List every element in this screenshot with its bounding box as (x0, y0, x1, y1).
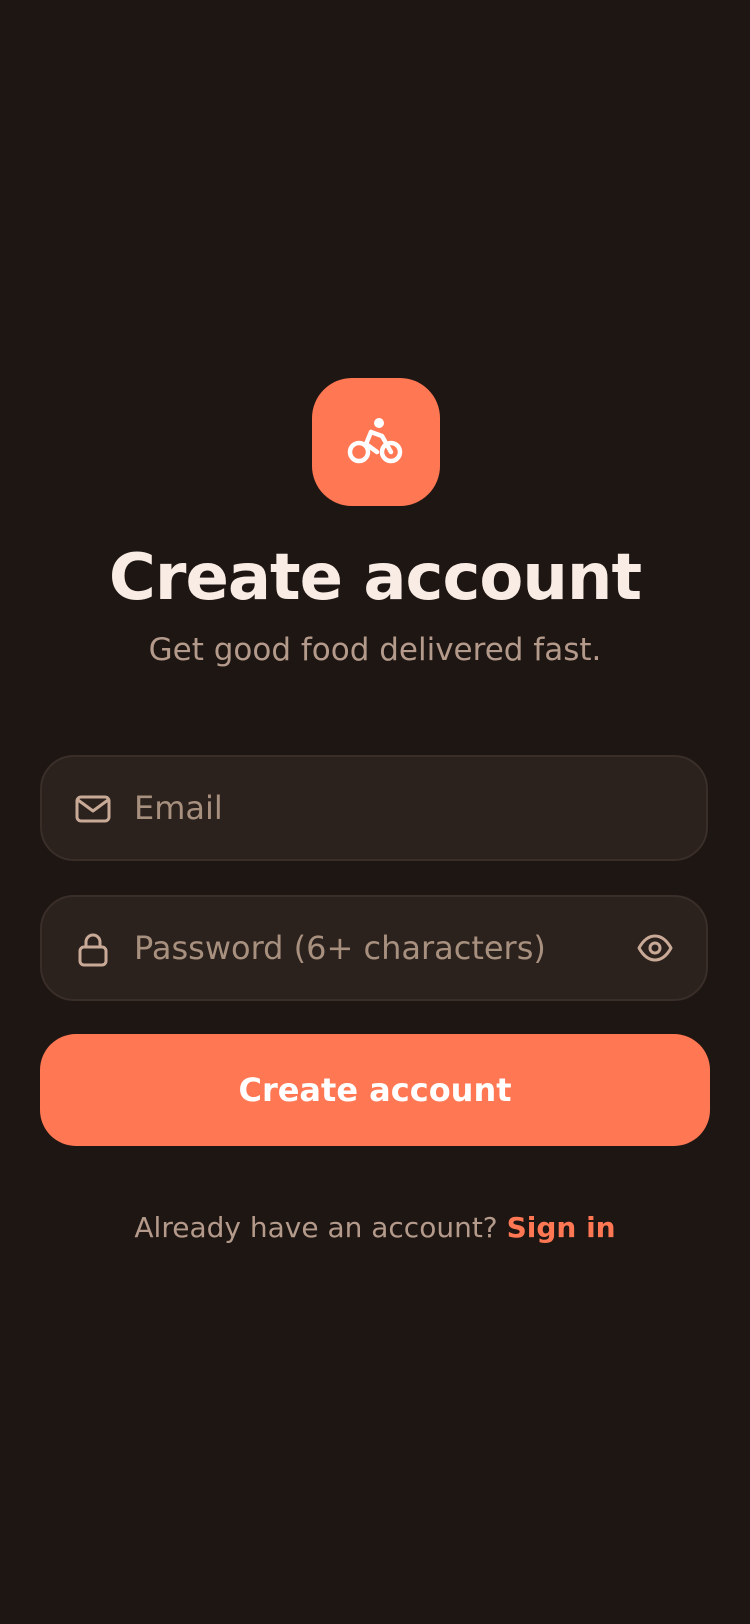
bicycle-rider-icon (347, 418, 403, 464)
page-subtitle: Get good food delivered fast. (148, 632, 602, 668)
app-logo (312, 378, 440, 506)
show-password-toggle[interactable] (634, 927, 676, 969)
password-field-container (40, 895, 708, 1001)
email-field-container (40, 755, 708, 861)
create-account-button[interactable]: Create account (40, 1034, 710, 1146)
email-input[interactable] (134, 757, 614, 859)
sign-in-prompt: Already have an account? Sign in (0, 1206, 750, 1250)
sign-in-prompt-text: Already have an account? (134, 1211, 498, 1244)
password-input[interactable] (134, 897, 614, 999)
mail-icon (74, 790, 112, 828)
signup-screen: Create account Get good food delivered f… (0, 0, 750, 1624)
sign-in-link[interactable]: Sign in (507, 1211, 616, 1244)
page-title: Create account (108, 541, 642, 615)
lock-icon (74, 930, 112, 968)
eye-icon (637, 934, 673, 962)
